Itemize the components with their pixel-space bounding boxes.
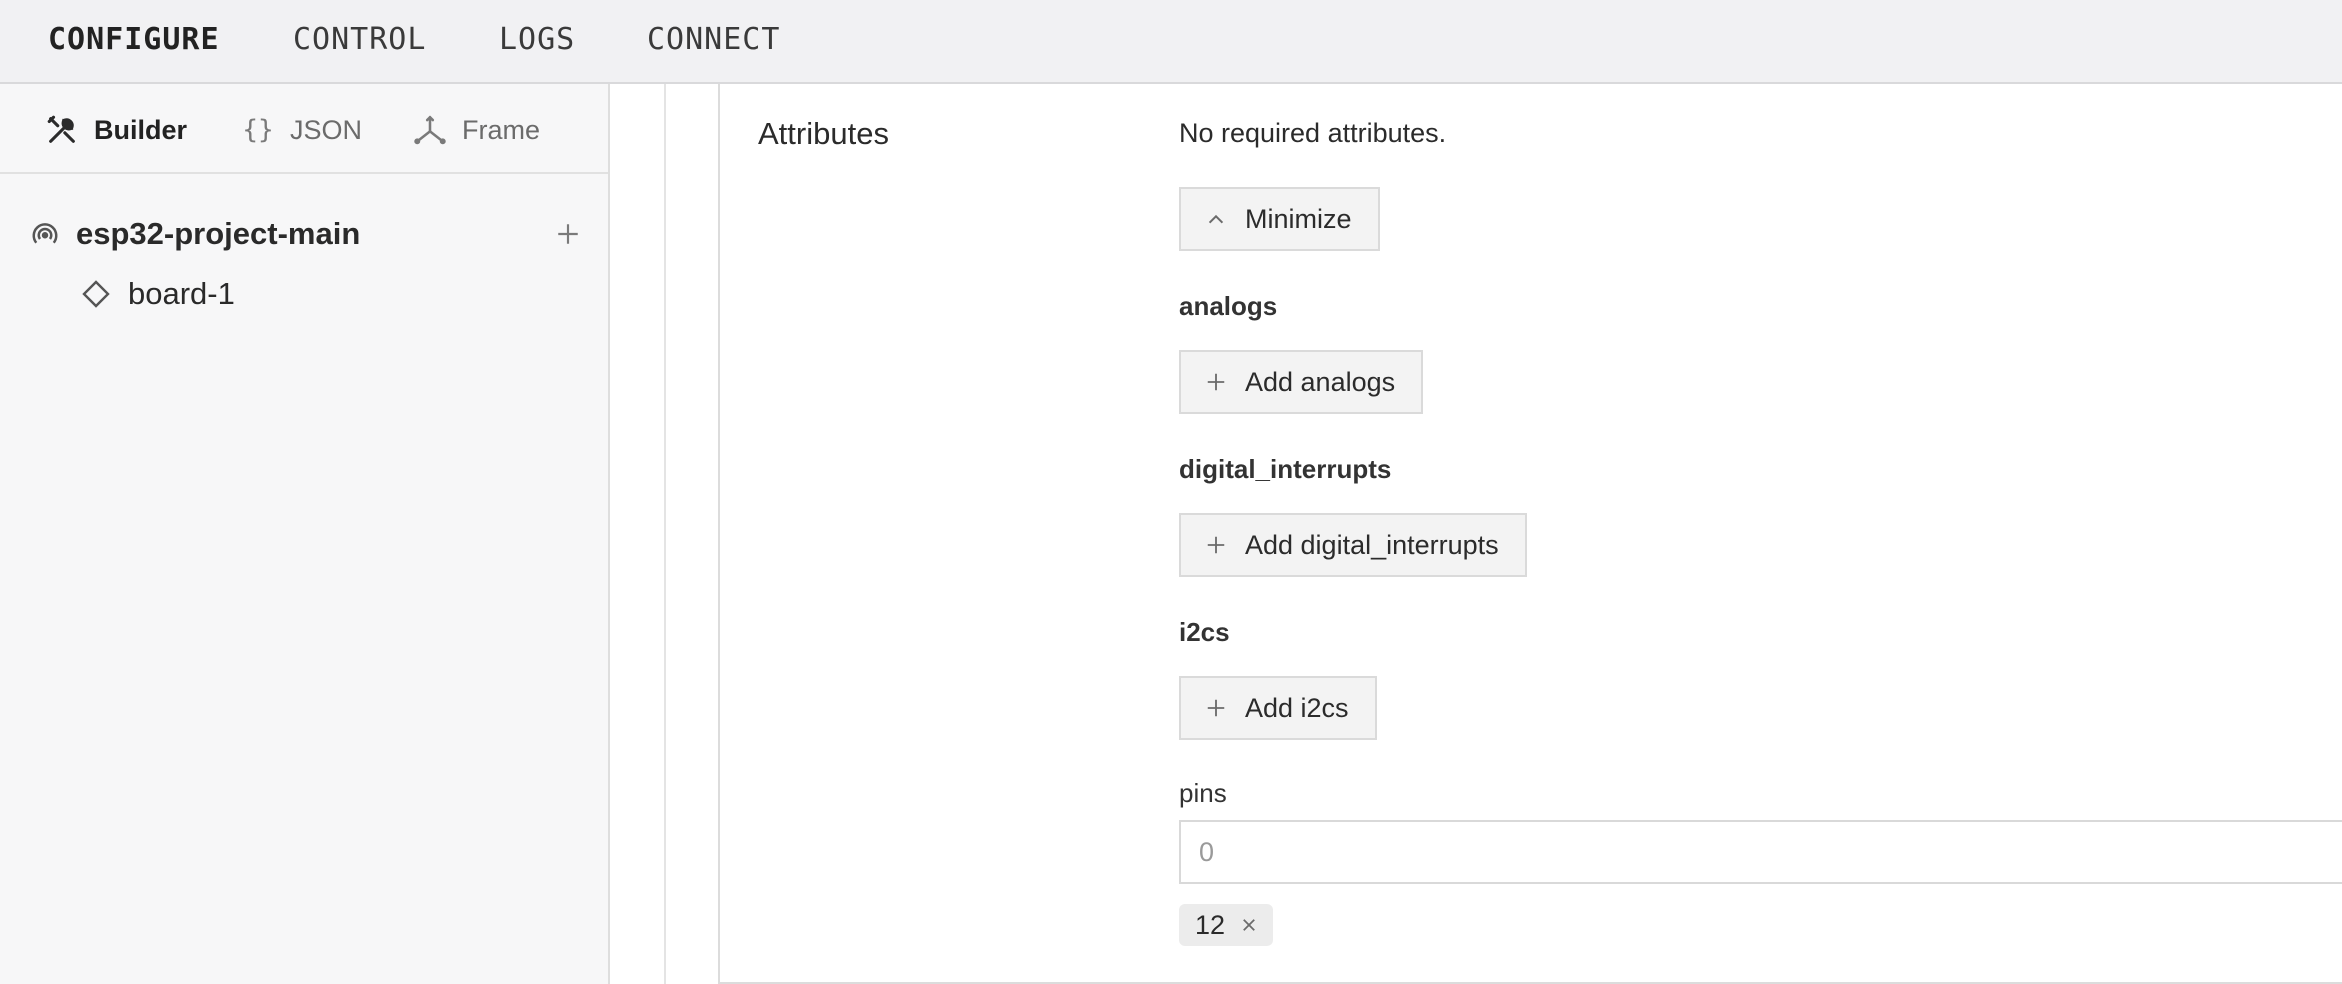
diamond-icon (80, 278, 112, 310)
tab-json[interactable]: {} JSON (240, 110, 362, 150)
pin-chip: 12 (1179, 904, 1274, 946)
top-navigation-bar: CONFIGURE CONTROL LOGS CONNECT (0, 0, 2342, 84)
tree-item-machine-label: esp32-project-main (76, 216, 361, 251)
chevron-up-icon (1203, 206, 1229, 232)
add-digital-interrupts-button[interactable]: Add digital_interrupts (1179, 513, 1527, 577)
machine-icon (30, 219, 60, 249)
pin-chip-value: 12 (1195, 909, 1226, 940)
digital-interrupts-label: digital_interrupts (1179, 454, 1392, 484)
sidebar: Builder {} JSON Frame esp32-project-main (0, 84, 610, 984)
braces-icon: {} (242, 115, 274, 145)
add-i2cs-label: Add i2cs (1245, 692, 1349, 723)
tab-control[interactable]: CONTROL (293, 22, 426, 57)
tab-json-label: JSON (290, 114, 363, 145)
no-required-attributes-text: No required attributes. (1179, 118, 1447, 148)
axes-icon (412, 112, 448, 148)
i2cs-label: i2cs (1179, 617, 1230, 647)
tab-builder[interactable]: Builder (44, 110, 187, 150)
pins-label: pins (1179, 778, 1227, 808)
analogs-label: analogs (1179, 291, 1278, 321)
add-analogs-button[interactable]: Add analogs (1179, 350, 1424, 414)
tab-builder-label: Builder (94, 114, 188, 145)
minimize-button-label: Minimize (1245, 203, 1352, 234)
tab-connect[interactable]: CONNECT (647, 22, 780, 57)
close-icon[interactable] (1239, 915, 1259, 935)
sidebar-mode-tabs: Builder {} JSON Frame (0, 84, 608, 174)
tab-frame-label: Frame (462, 114, 541, 145)
tree-item-board-label: board-1 (128, 276, 235, 311)
plus-icon (1203, 532, 1229, 558)
tree-item-machine[interactable]: esp32-project-main (30, 212, 590, 256)
add-analogs-label: Add analogs (1245, 366, 1396, 397)
tab-frame[interactable]: Frame (412, 110, 540, 150)
tab-logs[interactable]: LOGS (499, 22, 575, 57)
add-i2cs-button[interactable]: Add i2cs (1179, 676, 1377, 740)
attributes-title: Attributes (758, 116, 889, 151)
plus-icon (1203, 369, 1229, 395)
minimize-button[interactable]: Minimize (1179, 187, 1380, 251)
tree-item-board[interactable]: board-1 (80, 272, 235, 316)
plus-icon (1203, 695, 1229, 721)
tools-icon (44, 112, 80, 148)
add-icon[interactable] (546, 212, 590, 256)
add-digital-interrupts-label: Add digital_interrupts (1245, 529, 1499, 560)
pins-input[interactable] (1179, 820, 2342, 884)
tab-configure[interactable]: CONFIGURE (48, 22, 220, 57)
tree-indent-line (664, 84, 666, 984)
